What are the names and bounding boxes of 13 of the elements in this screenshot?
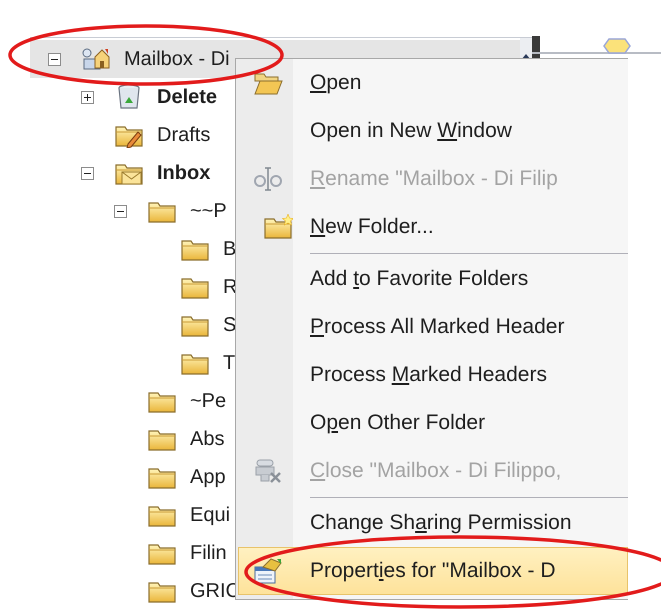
- folder-name: Drafts: [157, 124, 210, 146]
- folder-name: B: [223, 238, 236, 260]
- folder-name: Delete: [157, 86, 218, 108]
- folder-name: ~~P: [190, 200, 227, 222]
- folder-name: Equi: [190, 504, 230, 526]
- folder-name: T: [223, 352, 236, 374]
- folder-name: App: [190, 466, 226, 488]
- folder-name: Filin: [190, 542, 227, 564]
- folder-name: Inbox: [157, 162, 210, 184]
- folder-name: Abs: [190, 428, 224, 450]
- folder-name: Mailbox - Di: [124, 48, 230, 70]
- folder-name: ~Pe: [190, 390, 226, 412]
- folder-name: S: [223, 314, 236, 336]
